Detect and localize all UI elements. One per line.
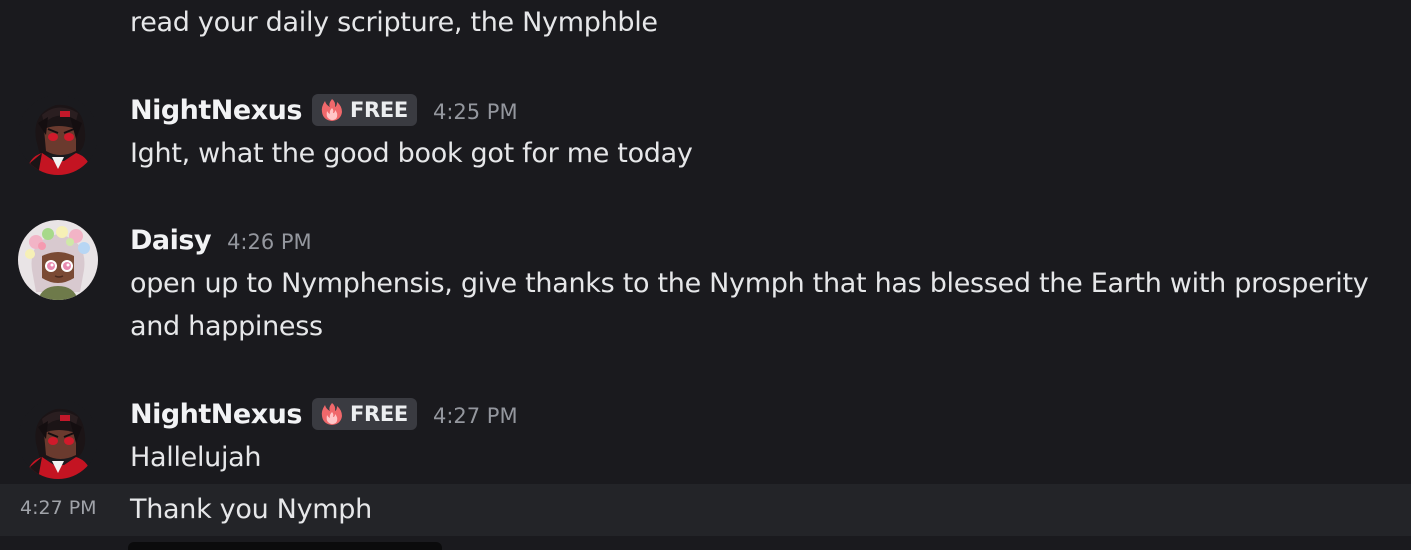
message-header: NightNexus FREE 4:27 PM [130,394,518,434]
message-group: Daisy 4:26 PM open up to Nymphensis, giv… [0,220,1411,350]
message-content: open up to Nymphensis, give thanks to th… [130,262,1400,348]
message-header: Daisy 4:26 PM [130,220,312,260]
avatar[interactable] [18,95,98,175]
message-line: and happiness [130,311,323,342]
username[interactable]: NightNexus [130,95,302,126]
message-timestamp[interactable]: 4:25 PM [433,100,518,124]
chat-message-list: read your daily scripture, the Nymphble [0,0,1411,550]
message-line: open up to Nymphensis, give thanks to th… [130,268,1369,299]
message-content: Thank you Nymph [130,494,372,525]
guild-tag-badge[interactable]: FREE [311,94,417,126]
message-input-edge [128,542,442,550]
guild-tag-badge[interactable]: FREE [311,398,417,430]
message-content: Hallelujah [130,442,262,473]
avatar[interactable] [18,399,98,479]
username[interactable]: Daisy [130,225,212,256]
message-group: NightNexus FREE 4:25 PM Ight, what the g… [0,90,1411,180]
guild-tag-label: FREE [349,402,408,426]
message-followup-hovered[interactable]: 4:27 PM Thank you Nymph [0,484,1411,536]
message-content: read your daily scripture, the Nymphble [130,7,658,38]
message-content: Ight, what the good book got for me toda… [130,138,693,169]
guild-tag-label: FREE [349,98,408,122]
message-header: NightNexus FREE 4:25 PM [130,90,518,130]
message-timestamp[interactable]: 4:27 PM [20,497,97,519]
flame-icon [321,99,342,121]
username[interactable]: NightNexus [130,399,302,430]
message-group: NightNexus FREE 4:27 PM Hallelujah [0,394,1411,484]
message-timestamp[interactable]: 4:26 PM [227,230,312,254]
avatar[interactable] [18,220,98,300]
flame-icon [321,403,342,425]
message-timestamp[interactable]: 4:27 PM [433,404,518,428]
